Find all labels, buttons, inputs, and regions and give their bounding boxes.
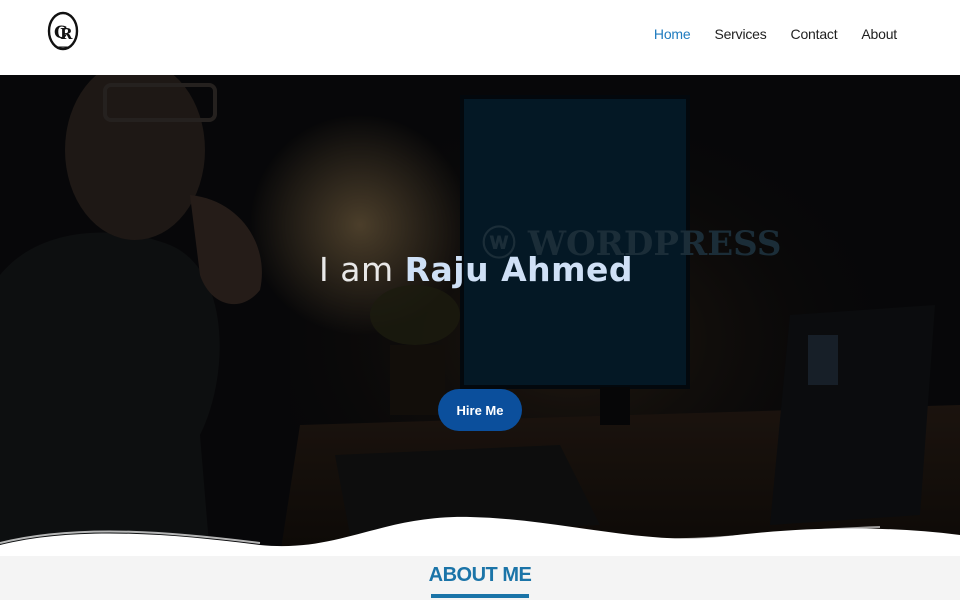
about-title: ABOUT ME <box>428 564 532 586</box>
hero-title-name: Raju Ahmed <box>404 250 633 289</box>
main-nav: Home Services Contact About <box>630 26 897 42</box>
cr-monogram-logo-icon[interactable]: C R <box>46 11 80 53</box>
nav-contact[interactable]: Contact <box>791 26 838 42</box>
svg-text:R: R <box>60 25 73 43</box>
hero-background-image: ⓦ WORDPRESS <box>0 75 960 556</box>
about-section: ABOUT ME <box>0 556 960 600</box>
hire-me-button[interactable]: Hire Me <box>438 389 522 431</box>
nav-services[interactable]: Services <box>714 26 766 42</box>
hero-section: ⓦ WORDPRESS I am Raju Ahmed Hire Me <box>0 75 960 556</box>
wave-divider <box>0 516 960 556</box>
hero-title: I am Raju Ahmed <box>0 250 952 289</box>
about-title-underline <box>431 594 529 598</box>
nav-about[interactable]: About <box>861 26 897 42</box>
nav-home[interactable]: Home <box>654 26 691 42</box>
site-header: C R Home Services Contact About <box>0 0 960 75</box>
hero-title-prefix: I am <box>319 250 405 289</box>
